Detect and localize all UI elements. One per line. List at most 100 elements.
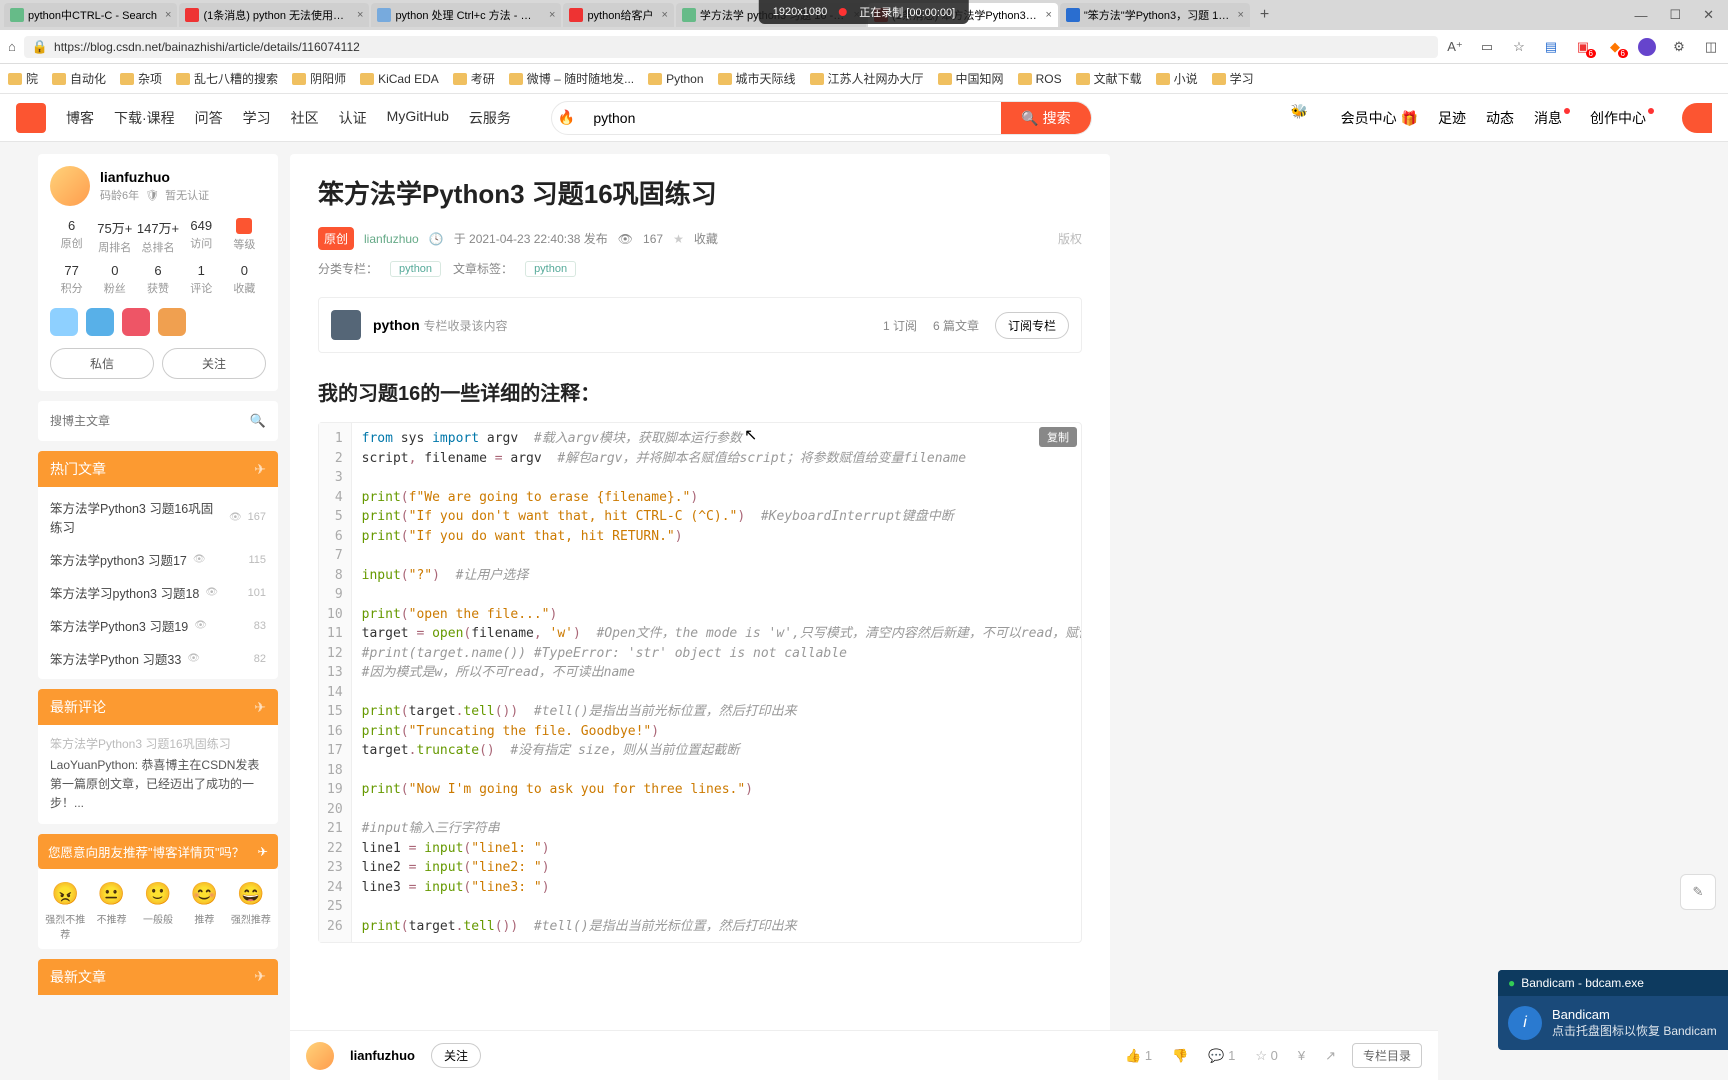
bookmark-item[interactable]: 阴阳师 bbox=[292, 70, 346, 87]
reward-button[interactable]: ¥ bbox=[1298, 1048, 1305, 1064]
home-icon[interactable]: ⌂ bbox=[8, 39, 16, 54]
nav-right-link[interactable]: 消息 bbox=[1534, 108, 1570, 128]
bookmark-item[interactable]: 学习 bbox=[1212, 70, 1254, 87]
favorite-icon[interactable]: ☆ bbox=[1510, 38, 1528, 56]
close-window-icon[interactable]: ✕ bbox=[1693, 7, 1724, 23]
article-tag[interactable]: python bbox=[525, 261, 576, 277]
bookmark-item[interactable]: 院 bbox=[8, 70, 38, 87]
bandicam-toast[interactable]: ● Bandicam - bdcam.exe i Bandicam 点击托盘图标… bbox=[1498, 970, 1728, 1050]
bookmark-item[interactable]: ROS bbox=[1018, 72, 1062, 86]
subscribe-column-button[interactable]: 订阅专栏 bbox=[995, 312, 1069, 339]
adblock-icon[interactable]: ▣ bbox=[1574, 38, 1592, 56]
nav-link[interactable]: 云服务 bbox=[469, 108, 511, 128]
nav-right-link[interactable]: 足迹 bbox=[1438, 108, 1466, 128]
new-tab-button[interactable]: + bbox=[1252, 6, 1277, 24]
comment-button[interactable]: 💬 1 bbox=[1208, 1048, 1235, 1064]
column-name[interactable]: python bbox=[373, 317, 420, 333]
catalog-button[interactable]: 专栏目录 bbox=[1352, 1043, 1422, 1068]
site-logo-icon[interactable] bbox=[16, 103, 46, 133]
bookmark-item[interactable]: 考研 bbox=[453, 70, 495, 87]
nav-right-link[interactable]: 动态 bbox=[1486, 108, 1514, 128]
rec-option[interactable]: 🙂一般般 bbox=[135, 881, 181, 941]
url-field-wrap[interactable]: 🔒 bbox=[24, 36, 1438, 58]
hot-article-item[interactable]: 笨方法学Python 习题33👁82 bbox=[38, 642, 278, 675]
hot-article-item[interactable]: 笨方法学Python3 习题16巩固练习👁167 bbox=[38, 491, 278, 543]
bookmark-item[interactable]: 自动化 bbox=[52, 70, 106, 87]
settings-icon[interactable]: ⚙ bbox=[1670, 38, 1688, 56]
dislike-button[interactable]: 👎 bbox=[1172, 1048, 1188, 1064]
rec-option[interactable]: 😄强烈推荐 bbox=[228, 881, 274, 941]
nav-link[interactable]: 博客 bbox=[66, 108, 94, 128]
copyright-label[interactable]: 版权 bbox=[1058, 230, 1082, 247]
star-button[interactable]: ☆ 0 bbox=[1255, 1048, 1278, 1064]
write-button-icon[interactable] bbox=[1682, 103, 1712, 133]
badge-icon[interactable] bbox=[158, 308, 186, 336]
bookmark-item[interactable]: 乱七八糟的搜索 bbox=[176, 70, 278, 87]
hot-article-item[interactable]: 笨方法学python3 习题17👁115 bbox=[38, 543, 278, 576]
maximize-icon[interactable]: ☐ bbox=[1659, 7, 1691, 23]
extension2-icon[interactable] bbox=[1638, 38, 1656, 56]
like-button[interactable]: 👍 1 bbox=[1125, 1048, 1152, 1064]
nav-link[interactable]: 学习 bbox=[243, 108, 271, 128]
category-tag[interactable]: python bbox=[390, 261, 441, 277]
star-icon[interactable]: ★ bbox=[673, 232, 684, 246]
article-author-link[interactable]: lianfuzhuo bbox=[364, 232, 419, 246]
badge-icon[interactable] bbox=[122, 308, 150, 336]
close-tab-icon[interactable]: × bbox=[549, 9, 555, 21]
bookmark-item[interactable]: Python bbox=[648, 72, 703, 86]
bookmark-item[interactable]: 城市天际线 bbox=[718, 70, 796, 87]
follow-button[interactable]: 关注 bbox=[162, 348, 266, 379]
favorite-label[interactable]: 收藏 bbox=[694, 230, 718, 247]
author-avatar-icon[interactable] bbox=[50, 166, 90, 206]
rec-option[interactable]: 😊推荐 bbox=[181, 881, 227, 941]
badge-icon[interactable] bbox=[86, 308, 114, 336]
bookmark-item[interactable]: 江苏人社网办大厅 bbox=[810, 70, 924, 87]
nav-right-link[interactable]: 会员中心 🎁 bbox=[1341, 108, 1418, 128]
sidebar-toggle-icon[interactable]: ◫ bbox=[1702, 38, 1720, 56]
share-button[interactable]: ↗ bbox=[1325, 1048, 1336, 1064]
rec-option[interactable]: 😐不推荐 bbox=[88, 881, 134, 941]
site-search-input[interactable] bbox=[581, 110, 1001, 126]
search-icon[interactable]: 🔍 bbox=[250, 413, 266, 429]
site-search-button[interactable]: 🔍 搜索 bbox=[1001, 101, 1090, 135]
close-tab-icon[interactable]: × bbox=[165, 9, 171, 21]
bookmark-item[interactable]: 杂项 bbox=[120, 70, 162, 87]
badge-icon[interactable] bbox=[50, 308, 78, 336]
bookmark-item[interactable]: KiCad EDA bbox=[360, 72, 439, 86]
search-blog-input[interactable] bbox=[50, 414, 250, 428]
nav-link[interactable]: MyGitHub bbox=[387, 108, 449, 128]
bookmark-item[interactable]: 中国知网 bbox=[938, 70, 1004, 87]
close-tab-icon[interactable]: × bbox=[661, 9, 667, 21]
bookmark-item[interactable]: 文献下载 bbox=[1076, 70, 1142, 87]
minimize-icon[interactable]: — bbox=[1624, 8, 1657, 23]
feedback-fab-icon[interactable]: ✎ bbox=[1680, 874, 1716, 910]
bookmark-item[interactable]: 微博 – 随时随地发... bbox=[509, 70, 634, 87]
browser-tab[interactable]: "笨方法"学Python3，习题 16 .× bbox=[1060, 3, 1250, 27]
close-tab-icon[interactable]: × bbox=[1237, 9, 1243, 21]
browser-tab[interactable]: python给客户× bbox=[563, 3, 673, 27]
bar-author-name[interactable]: lianfuzhuo bbox=[350, 1048, 415, 1063]
nav-link[interactable]: 社区 bbox=[291, 108, 319, 128]
browser-tab[interactable]: python 处理 Ctrl+c 方法 - 山里× bbox=[371, 3, 561, 27]
nav-link[interactable]: 问答 bbox=[195, 108, 223, 128]
enter-immersive-icon[interactable]: ▭ bbox=[1478, 38, 1496, 56]
close-tab-icon[interactable]: × bbox=[357, 9, 363, 21]
comment-article-link[interactable]: 笨方法学Python3 习题16巩固练习 bbox=[50, 735, 266, 752]
close-tab-icon[interactable]: × bbox=[1045, 9, 1051, 21]
bar-avatar-icon[interactable] bbox=[306, 1042, 334, 1070]
user-avatar-icon[interactable]: 🐝 bbox=[1291, 103, 1321, 133]
message-button[interactable]: 私信 bbox=[50, 348, 154, 379]
extension-icon[interactable]: ◆ bbox=[1606, 38, 1624, 56]
code-content[interactable]: from sys import argv #载入argv模块，获取脚本运行参数s… bbox=[352, 423, 1081, 942]
read-aloud-icon[interactable]: A⁺ bbox=[1446, 38, 1464, 56]
browser-tab[interactable]: python中CTRL-C - Search× bbox=[4, 3, 177, 27]
url-input[interactable] bbox=[54, 40, 1430, 54]
browser-tab[interactable]: (1条消息) python 无法使用Ctrl-× bbox=[179, 3, 369, 27]
rec-option[interactable]: 😠强烈不推荐 bbox=[42, 881, 88, 941]
nav-link[interactable]: 下载·课程 bbox=[114, 108, 175, 128]
author-name[interactable]: lianfuzhuo bbox=[100, 169, 209, 185]
hot-article-item[interactable]: 笨方法学习python3 习题18👁101 bbox=[38, 576, 278, 609]
bar-follow-button[interactable]: 关注 bbox=[431, 1043, 481, 1068]
collections-icon[interactable]: ▤ bbox=[1542, 38, 1560, 56]
bookmark-item[interactable]: 小说 bbox=[1156, 70, 1198, 87]
